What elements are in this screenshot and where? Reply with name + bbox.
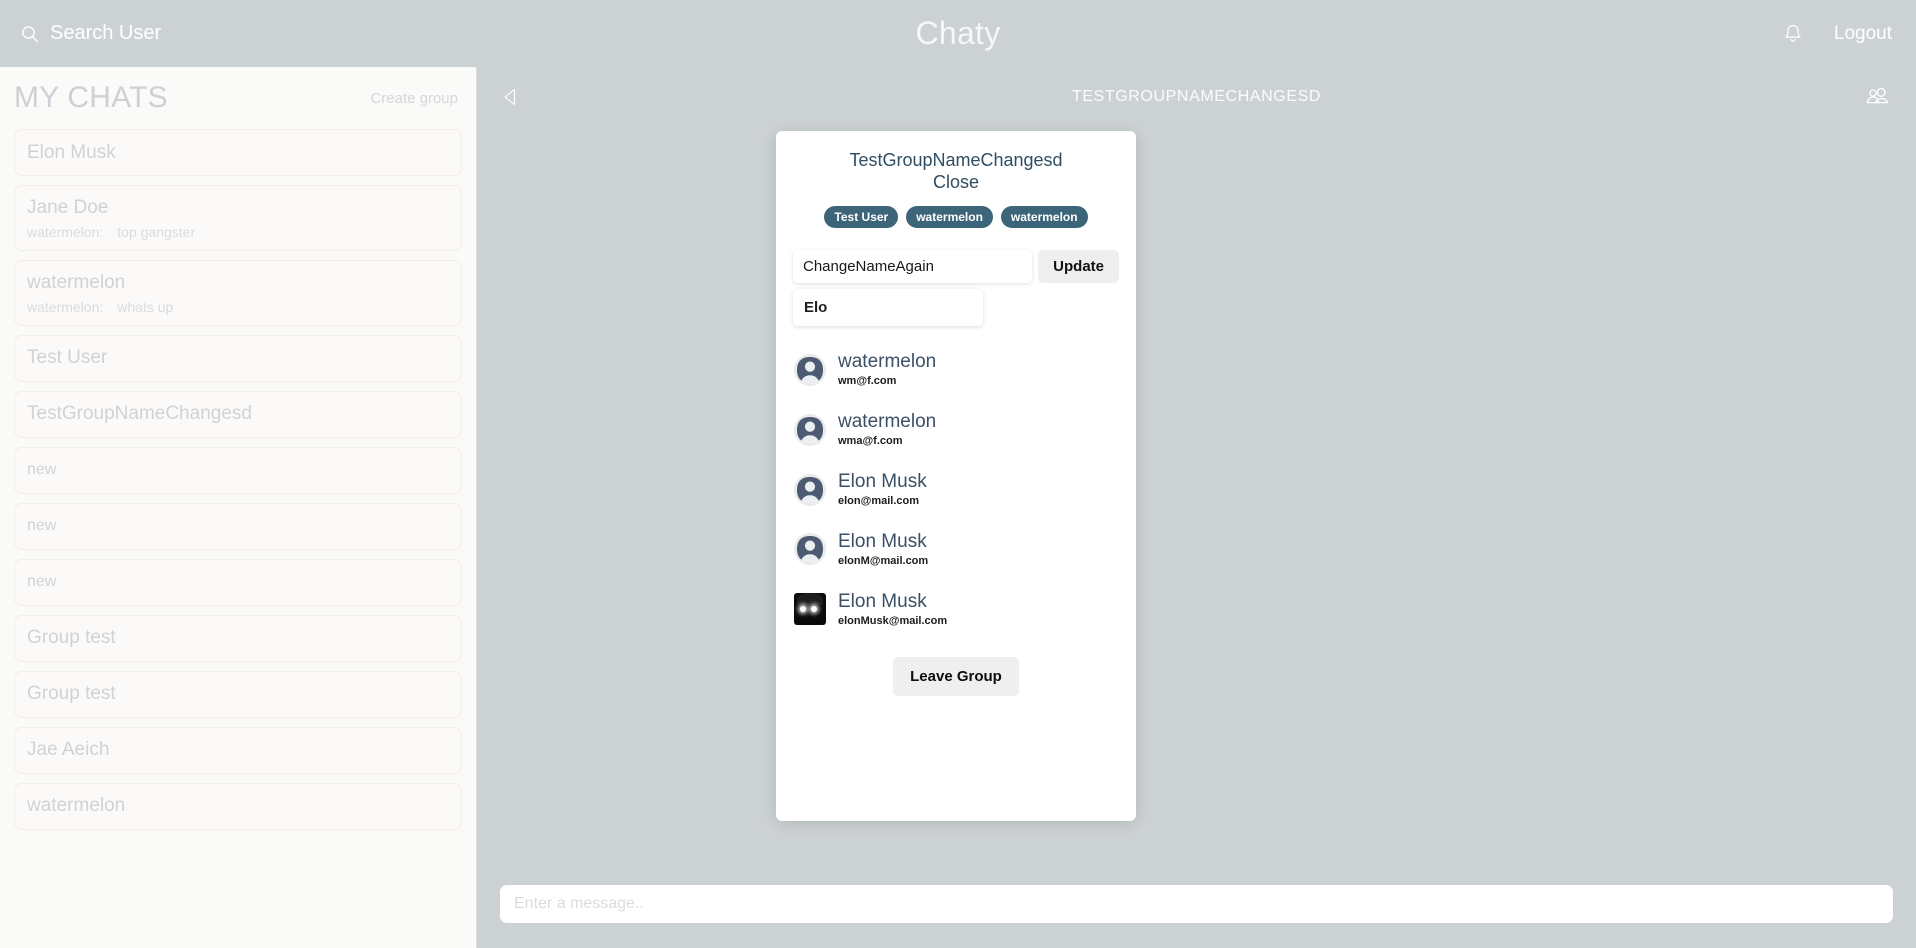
message-area — [477, 127, 1916, 827]
chat-title: TESTGROUPNAMECHANGESD — [1071, 88, 1322, 105]
chat-list-item[interactable]: watermelon — [14, 782, 462, 830]
chat-item-name: Jane Doe — [27, 197, 109, 218]
chat-list-item[interactable]: watermelon watermelon: whats up — [14, 259, 462, 326]
user-meta: Elon Musk elonM@mail.com — [838, 532, 928, 567]
member-chip[interactable]: watermelon — [906, 206, 993, 229]
chat-item-name: Test User — [27, 347, 108, 369]
chat-item-preview: watermelon: top gangster — [27, 224, 449, 240]
chat-list-item[interactable]: Group test — [14, 670, 462, 718]
back-arrow-icon[interactable] — [502, 87, 520, 107]
chat-item-name: watermelon — [27, 795, 126, 817]
user-result-row[interactable]: watermelon wma@f.com — [794, 412, 1118, 447]
user-search-suggestion[interactable]: Elo — [793, 289, 983, 327]
update-button[interactable]: Update — [1038, 250, 1119, 284]
photo-avatar — [794, 593, 826, 626]
group-name-input[interactable] — [793, 250, 1033, 284]
chat-list-item[interactable]: Jae Aeich — [14, 726, 462, 774]
chat-list-item[interactable]: new — [14, 502, 462, 550]
chat-list-item[interactable]: new — [14, 558, 462, 606]
bell-icon[interactable] — [1782, 22, 1804, 46]
user-email: elonMusk@mail.com — [838, 614, 948, 627]
chat-item-sender: watermelon: — [27, 223, 104, 240]
chat-item-name: Elon Musk — [27, 141, 116, 163]
default-avatar — [794, 533, 826, 566]
member-chip[interactable]: watermelon — [1000, 206, 1088, 229]
chat-item-name: new — [27, 517, 57, 534]
user-name: Elon Musk — [838, 590, 927, 612]
message-input[interactable] — [500, 885, 1893, 923]
people-group-icon[interactable] — [1865, 87, 1889, 107]
search-user-label: Search User — [50, 22, 162, 44]
leave-group-button[interactable]: Leave Group — [893, 656, 1019, 696]
chat-list-item[interactable]: new — [14, 446, 462, 494]
create-group-button[interactable]: Create group — [370, 90, 458, 107]
chat-item-preview: watermelon: whats up — [27, 299, 449, 315]
chat-list-item[interactable]: Group test — [14, 614, 462, 662]
user-result-row[interactable]: Elon Musk elon@mail.com — [794, 472, 1118, 507]
leave-group-row: Leave Group — [776, 656, 1136, 696]
user-result-row[interactable]: Elon Musk elonM@mail.com — [794, 532, 1118, 567]
user-email: elonM@mail.com — [838, 554, 929, 567]
logout-button[interactable]: Logout — [1834, 23, 1892, 45]
sidebar-header: MY CHATS Create group — [0, 67, 476, 129]
chat-item-message: top gangster — [117, 223, 196, 240]
topbar-actions: Logout — [1782, 22, 1892, 46]
user-name: watermelon — [838, 351, 937, 373]
modal-close-button[interactable]: Close — [776, 172, 1136, 194]
chat-item-name: Group test — [27, 627, 116, 649]
sidebar: MY CHATS Create group Elon Musk Jane Doe w… — [0, 67, 477, 948]
user-email: wma@f.com — [838, 435, 903, 448]
chat-item-message: whats up — [117, 298, 174, 315]
default-avatar — [794, 473, 826, 506]
chat-header: TESTGROUPNAMECHANGESD — [477, 67, 1916, 127]
top-navigation-bar: Search User Chaty Logout — [0, 0, 1916, 67]
default-avatar — [794, 353, 826, 386]
chat-item-name: new — [27, 461, 57, 478]
user-name: watermelon — [838, 411, 937, 433]
chat-list-item[interactable]: Test User — [14, 334, 462, 382]
member-chip[interactable]: Test User — [824, 206, 899, 229]
user-meta: Elon Musk elonMusk@mail.com — [838, 590, 948, 627]
user-name: Elon Musk — [838, 531, 927, 552]
chat-application: Search User Chaty Logout MY CHATS Create… — [0, 0, 1916, 948]
chat-list-item[interactable]: Jane Doe watermelon: top gangster — [14, 185, 462, 251]
app-title: Chaty — [915, 15, 1001, 51]
avatar-image-eye-right — [811, 606, 817, 613]
user-email: elon@mail.com — [838, 495, 920, 507]
chat-item-name: TestGroupNameChangesd — [27, 403, 252, 425]
avatar-image-hair — [797, 593, 823, 606]
search-icon — [20, 24, 40, 44]
search-user-button[interactable]: Search User — [20, 22, 161, 45]
user-name: Elon Musk — [838, 471, 927, 493]
chat-list: Elon Musk Jane Doe watermelon: top gangster… — [0, 129, 476, 830]
user-email: wm@f.com — [838, 375, 897, 388]
my-chats-heading: MY CHATS — [14, 81, 168, 114]
rename-group-row: Update — [776, 250, 1136, 284]
user-search-results: watermelon wm@f.com watermelon wma@f.com Elo… — [776, 352, 1136, 627]
chat-panel: TESTGROUPNAMECHANGESD — [477, 67, 1916, 948]
chat-list-item[interactable]: Elon Musk — [14, 129, 462, 176]
chat-list-item[interactable]: TestGroupNameChangesd — [14, 390, 462, 438]
user-meta: watermelon wm@f.com — [838, 352, 936, 387]
modal-title: TestGroupNameChangesd — [849, 150, 1063, 170]
avatar-image-eye-left — [800, 606, 806, 613]
chat-item-name: new — [27, 573, 57, 590]
chat-item-name: watermelon — [27, 271, 126, 293]
message-composer — [500, 885, 1893, 923]
user-meta: Elon Musk elon@mail.com — [838, 472, 927, 507]
group-settings-modal: TestGroupNameChangesd Close Test User wat… — [776, 131, 1136, 821]
user-result-row[interactable]: Elon Musk elonMusk@mail.com — [794, 590, 1118, 627]
chat-item-name: Jae Aeich — [27, 739, 110, 761]
chat-item-sender: watermelon: — [27, 298, 104, 315]
user-meta: watermelon wma@f.com — [838, 412, 936, 447]
chat-item-name: Group test — [27, 683, 116, 705]
user-result-row[interactable]: watermelon wm@f.com — [794, 352, 1118, 387]
default-avatar — [794, 413, 826, 446]
member-chip-list: Test User watermelon watermelon — [776, 206, 1136, 229]
